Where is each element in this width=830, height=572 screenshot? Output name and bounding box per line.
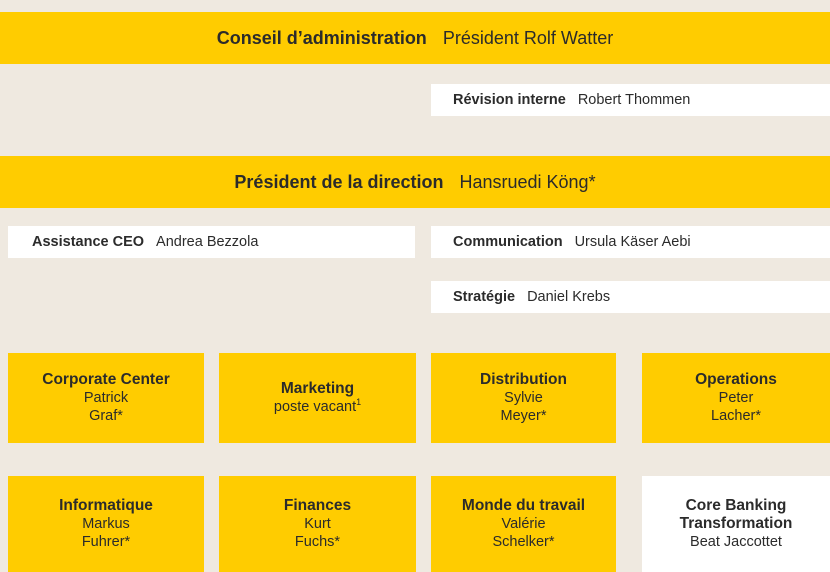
ceo-title: Président de la direction — [234, 171, 444, 192]
board-box: Conseil d’administration Président Rolf … — [0, 12, 830, 64]
unit-person-line: Kurt — [304, 516, 331, 532]
unit-person-line: Beat Jaccottet — [690, 534, 782, 550]
ceo-person: Hansruedi Köng* — [459, 171, 596, 192]
assistance-ceo-box: Assistance CEO Andrea Bezzola — [8, 226, 415, 258]
strategy-person: Daniel Krebs — [527, 289, 611, 305]
unit-person-line: Meyer* — [500, 408, 547, 424]
unit-core-banking-transformation: Core Banking Transformation Beat Jaccott… — [642, 476, 830, 572]
unit-operations: Operations Peter Lacher* — [642, 353, 830, 443]
unit-title: Informatique — [59, 497, 153, 514]
unit-title: Monde du travail — [461, 497, 586, 514]
unit-title-line2: Transformation — [679, 515, 793, 532]
unit-person-line: Peter — [718, 390, 754, 406]
audit-title: Révision interne — [453, 92, 566, 108]
unit-person-line: poste vacant1 — [273, 397, 362, 415]
strategy-box: Stratégie Daniel Krebs — [431, 281, 830, 313]
unit-person-line: Graf* — [89, 408, 123, 424]
footnote-marker: 1 — [356, 397, 362, 408]
unit-title: Distribution — [480, 371, 567, 388]
unit-finances: Finances Kurt Fuchs* — [219, 476, 416, 572]
unit-informatique: Informatique Markus Fuhrer* — [8, 476, 204, 572]
board-title: Conseil d’administration — [216, 27, 427, 48]
unit-person-line: Lacher* — [711, 408, 761, 424]
board-person: Président Rolf Watter — [442, 27, 614, 48]
assistance-ceo-person: Andrea Bezzola — [156, 234, 259, 250]
unit-corporate-center: Corporate Center Patrick Graf* — [8, 353, 204, 443]
assistance-ceo-title: Assistance CEO — [32, 234, 145, 250]
audit-box: Révision interne Robert Thommen — [431, 84, 830, 116]
unit-person-line: Sylvie — [504, 390, 543, 406]
audit-person: Robert Thommen — [577, 92, 691, 108]
unit-marketing: Marketing poste vacant1 — [219, 353, 416, 443]
unit-title: Core Banking — [685, 497, 787, 514]
unit-person-line: Valérie — [501, 516, 546, 532]
strategy-title: Stratégie — [453, 289, 516, 305]
communication-title: Communication — [453, 234, 563, 250]
ceo-box: Président de la direction Hansruedi Köng… — [0, 156, 830, 208]
communication-box: Communication Ursula Käser Aebi — [431, 226, 830, 258]
unit-person-line: Patrick — [83, 390, 129, 406]
unit-monde-du-travail: Monde du travail Valérie Schelker* — [431, 476, 616, 572]
unit-title: Finances — [283, 497, 352, 514]
unit-title: Corporate Center — [42, 371, 170, 388]
unit-distribution: Distribution Sylvie Meyer* — [431, 353, 616, 443]
communication-person: Ursula Käser Aebi — [574, 234, 691, 250]
unit-person-line: Markus — [82, 516, 130, 532]
unit-title: Operations — [695, 371, 777, 388]
unit-title: Marketing — [280, 380, 355, 397]
unit-person-line: Fuhrer* — [81, 534, 131, 550]
unit-person-line: Fuchs* — [294, 534, 341, 550]
unit-person-line: Schelker* — [492, 534, 555, 550]
